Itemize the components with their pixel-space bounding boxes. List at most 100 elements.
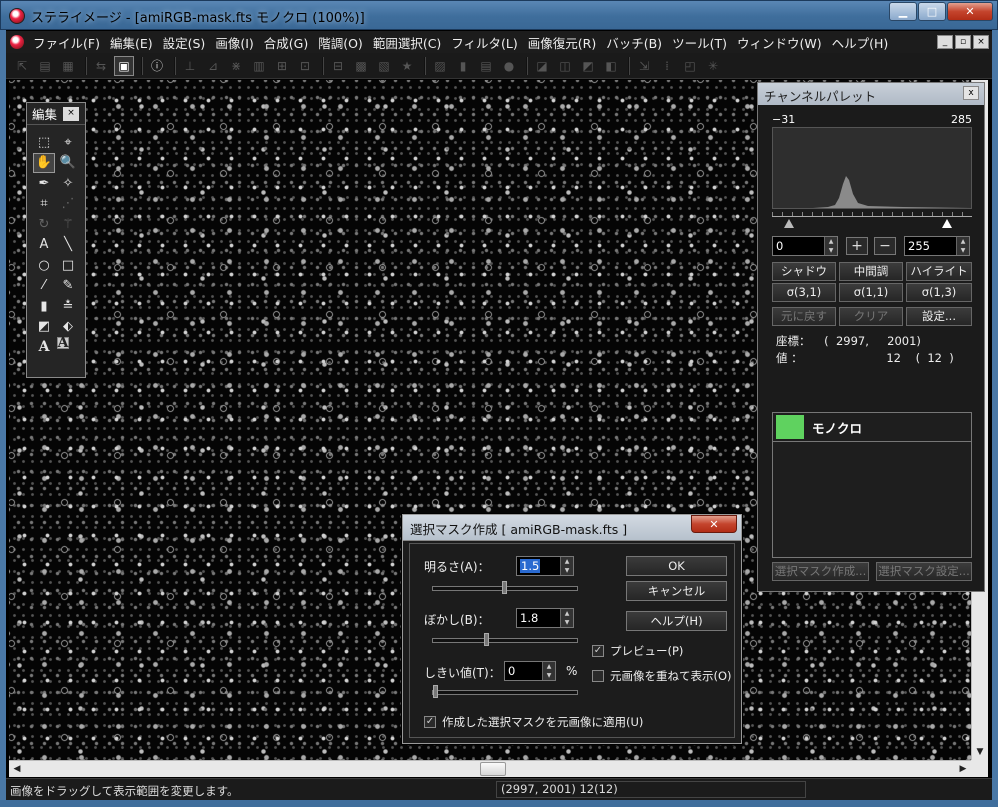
- preview-check-box[interactable]: ✓: [592, 645, 604, 657]
- threshold-slider[interactable]: [432, 685, 578, 698]
- minus-button[interactable]: −: [874, 237, 896, 255]
- pencil-icon[interactable]: ⁄: [33, 276, 55, 297]
- highlight-slider-handle[interactable]: [942, 219, 952, 228]
- close-button[interactable]: ✕: [947, 2, 993, 21]
- plus-button[interactable]: +: [846, 237, 868, 255]
- shadow-button[interactable]: シャドウ: [772, 262, 836, 281]
- tool-palette-close-button[interactable]: ×: [63, 107, 79, 121]
- level-icon[interactable]: ≛: [57, 296, 79, 317]
- apply-mask-check-box[interactable]: ✓: [424, 716, 436, 728]
- blur-slider-thumb[interactable]: [484, 633, 489, 646]
- shadow-slider-handle[interactable]: [784, 219, 794, 228]
- threshold-slider-thumb[interactable]: [433, 685, 438, 698]
- maximize-button[interactable]: □: [918, 2, 946, 21]
- spin-up-icon[interactable]: ▲: [824, 237, 837, 246]
- brightness-slider-thumb[interactable]: [502, 581, 507, 594]
- select-lasso-icon[interactable]: ⌖: [57, 132, 79, 153]
- dialog-close-button[interactable]: ✕: [691, 515, 737, 533]
- dropper-icon[interactable]: ✒: [33, 173, 55, 194]
- sparkle-icon[interactable]: ✳: [703, 56, 723, 76]
- highlight-button[interactable]: ハイライト: [906, 262, 972, 281]
- menu-file[interactable]: ファイル(F): [28, 33, 105, 52]
- channel-row[interactable]: モノクロ: [773, 413, 971, 442]
- blur-slider[interactable]: [432, 633, 578, 646]
- spin-up-icon[interactable]: ▲: [560, 557, 573, 566]
- wand-icon[interactable]: ⚚: [57, 214, 79, 235]
- ruler-icon[interactable]: ▮: [33, 296, 55, 317]
- sphere-icon[interactable]: ●: [499, 56, 519, 76]
- overlay-checkbox[interactable]: 元画像を重ねて表示(O): [592, 668, 732, 684]
- apply-mask-checkbox[interactable]: ✓ 作成した選択マスクを元画像に適用(U): [424, 714, 643, 730]
- filter-a-icon[interactable]: ◪: [532, 56, 552, 76]
- curve-tool-icon[interactable]: ⊿: [203, 56, 223, 76]
- help-button[interactable]: ヘルプ(H): [626, 611, 727, 631]
- ok-button[interactable]: OK: [626, 556, 727, 576]
- mask-settings-button[interactable]: 選択マスク設定...: [876, 562, 972, 581]
- convert-tool-icon[interactable]: ⊞: [272, 56, 292, 76]
- dark-icon[interactable]: ▮: [453, 56, 473, 76]
- grid-icon[interactable]: ⁞: [657, 56, 677, 76]
- compare-icon[interactable]: ⇆: [91, 56, 111, 76]
- filter-d-icon[interactable]: ◧: [601, 56, 621, 76]
- menu-image[interactable]: 画像(I): [210, 33, 258, 52]
- spin-down-icon[interactable]: ▼: [542, 671, 555, 680]
- text-icon[interactable]: A: [33, 235, 55, 256]
- spin-down-icon[interactable]: ▼: [560, 566, 573, 575]
- cancel-button[interactable]: キャンセル: [626, 581, 727, 601]
- blur-field[interactable]: 1.8 ▲ ▼: [516, 608, 574, 628]
- spin-up-icon[interactable]: ▲: [542, 662, 555, 671]
- batch-icon[interactable]: ▤: [476, 56, 496, 76]
- ellipse-icon[interactable]: ○: [33, 255, 55, 276]
- mdi-close-button[interactable]: ×: [973, 35, 989, 49]
- level-tool-icon[interactable]: ⊥: [180, 56, 200, 76]
- star-icon[interactable]: ★: [397, 56, 417, 76]
- rectangle-icon[interactable]: □: [57, 255, 79, 276]
- font-box-icon[interactable]: A: [57, 336, 69, 350]
- create-mask-button[interactable]: 選択マスク作成...: [772, 562, 869, 581]
- spin-up-icon[interactable]: ▲: [956, 237, 969, 246]
- threshold-field[interactable]: 0 ▲ ▼: [504, 661, 556, 681]
- app-icon[interactable]: [9, 8, 25, 24]
- menu-levels[interactable]: 階調(O): [313, 33, 368, 52]
- zoom-icon[interactable]: 🔍: [57, 153, 79, 174]
- menu-selection[interactable]: 範囲選択(C): [368, 33, 446, 52]
- rotate-icon[interactable]: ↻: [33, 214, 55, 235]
- export-icon[interactable]: ⇲: [634, 56, 654, 76]
- highlight-value-field[interactable]: 255 ▲ ▼: [904, 236, 970, 256]
- sigma-3-1-button[interactable]: σ(3,1): [772, 283, 836, 302]
- level-slider[interactable]: [772, 219, 972, 229]
- font-outline-icon[interactable]: A: [33, 337, 55, 358]
- rgb-tool-icon[interactable]: ▥: [249, 56, 269, 76]
- color-tool-icon[interactable]: ⋇: [226, 56, 246, 76]
- menu-restore[interactable]: 画像復元(R): [523, 33, 601, 52]
- hand-icon[interactable]: ✋: [33, 152, 55, 173]
- stamp-icon[interactable]: ✎: [57, 276, 79, 297]
- scroll-right-icon[interactable]: ▶: [955, 761, 971, 777]
- menu-help[interactable]: ヘルプ(H): [827, 33, 894, 52]
- mdi-restore-button[interactable]: ▫: [955, 35, 971, 49]
- info-icon[interactable]: ⓘ: [147, 56, 167, 76]
- select-rect-icon[interactable]: ⬚: [33, 132, 55, 153]
- flat-icon[interactable]: ▨: [430, 56, 450, 76]
- mdi-minimize-button[interactable]: _: [937, 35, 953, 49]
- document-icon[interactable]: [10, 35, 24, 49]
- preview-checkbox[interactable]: ✓ プレビュー(P): [592, 643, 683, 659]
- crop-icon[interactable]: ⌗: [33, 194, 55, 215]
- menu-settings[interactable]: 設定(S): [158, 33, 211, 52]
- fill-icon[interactable]: ⬖: [57, 317, 79, 338]
- filter-b-icon[interactable]: ◫: [555, 56, 575, 76]
- minimize-button[interactable]: ▁: [889, 2, 917, 21]
- profile-icon[interactable]: ◩: [33, 317, 55, 338]
- overlay-check-box[interactable]: [592, 670, 604, 682]
- horizontal-scrollbar[interactable]: ◀ ▶: [9, 760, 971, 777]
- menu-tools[interactable]: ツール(T): [667, 33, 732, 52]
- spin-down-icon[interactable]: ▼: [560, 618, 573, 627]
- settings-button[interactable]: 設定...: [906, 307, 972, 326]
- brightness-slider[interactable]: [432, 581, 578, 594]
- clear-button[interactable]: クリア: [839, 307, 903, 326]
- spin-down-icon[interactable]: ▼: [824, 246, 837, 255]
- channel-palette-close-button[interactable]: x: [963, 86, 979, 100]
- undo-button[interactable]: 元に戻す: [772, 307, 836, 326]
- stretch-tool-icon[interactable]: ⊡: [295, 56, 315, 76]
- image-view-icon[interactable]: ▣: [114, 55, 134, 76]
